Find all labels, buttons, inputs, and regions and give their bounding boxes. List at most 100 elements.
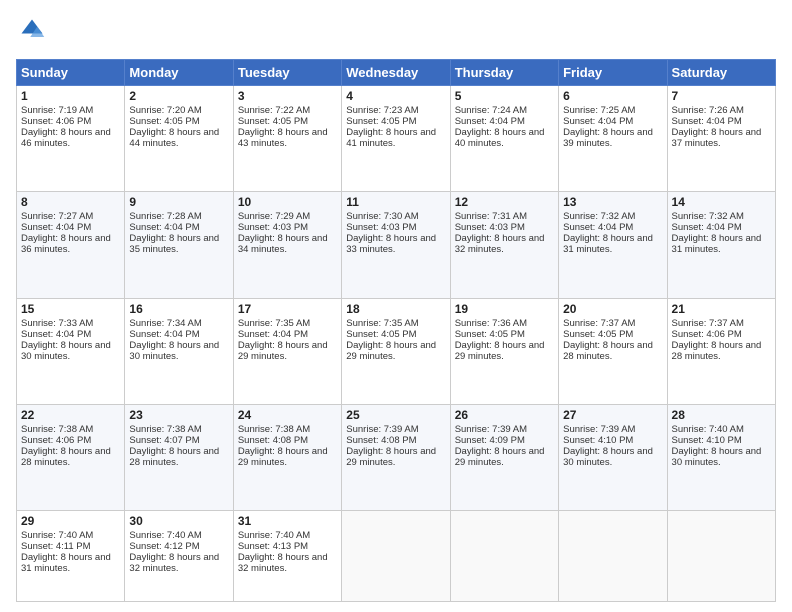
daylight-label: Daylight: 8 hours and 36 minutes.	[21, 233, 111, 255]
daylight-label: Daylight: 8 hours and 29 minutes.	[238, 340, 328, 362]
sunrise-label: Sunrise: 7:32 AM	[672, 211, 744, 222]
weekday-header-sunday: Sunday	[17, 60, 125, 86]
day-number: 16	[129, 302, 228, 316]
calendar-cell	[667, 511, 775, 602]
day-number: 22	[21, 408, 120, 422]
calendar-cell	[559, 511, 667, 602]
calendar-cell: 14 Sunrise: 7:32 AM Sunset: 4:04 PM Dayl…	[667, 192, 775, 298]
daylight-label: Daylight: 8 hours and 44 minutes.	[129, 127, 219, 149]
calendar-week-5: 29 Sunrise: 7:40 AM Sunset: 4:11 PM Dayl…	[17, 511, 776, 602]
sunset-label: Sunset: 4:03 PM	[455, 222, 525, 233]
day-number: 20	[563, 302, 662, 316]
calendar-cell: 8 Sunrise: 7:27 AM Sunset: 4:04 PM Dayli…	[17, 192, 125, 298]
day-number: 29	[21, 514, 120, 528]
day-number: 7	[672, 89, 771, 103]
daylight-label: Daylight: 8 hours and 31 minutes.	[563, 233, 653, 255]
day-number: 2	[129, 89, 228, 103]
day-number: 3	[238, 89, 337, 103]
calendar-cell: 1 Sunrise: 7:19 AM Sunset: 4:06 PM Dayli…	[17, 86, 125, 192]
sunset-label: Sunset: 4:03 PM	[346, 222, 416, 233]
weekday-header-thursday: Thursday	[450, 60, 558, 86]
calendar-cell	[450, 511, 558, 602]
daylight-label: Daylight: 8 hours and 40 minutes.	[455, 127, 545, 149]
day-number: 23	[129, 408, 228, 422]
sunrise-label: Sunrise: 7:27 AM	[21, 211, 93, 222]
day-number: 30	[129, 514, 228, 528]
calendar-cell: 17 Sunrise: 7:35 AM Sunset: 4:04 PM Dayl…	[233, 298, 341, 404]
sunrise-label: Sunrise: 7:37 AM	[672, 318, 744, 329]
sunset-label: Sunset: 4:10 PM	[672, 435, 742, 446]
calendar-cell: 4 Sunrise: 7:23 AM Sunset: 4:05 PM Dayli…	[342, 86, 450, 192]
sunset-label: Sunset: 4:05 PM	[563, 329, 633, 340]
sunset-label: Sunset: 4:04 PM	[21, 329, 91, 340]
sunrise-label: Sunrise: 7:37 AM	[563, 318, 635, 329]
day-number: 31	[238, 514, 337, 528]
day-number: 6	[563, 89, 662, 103]
daylight-label: Daylight: 8 hours and 33 minutes.	[346, 233, 436, 255]
sunrise-label: Sunrise: 7:38 AM	[129, 424, 201, 435]
day-number: 12	[455, 195, 554, 209]
sunrise-label: Sunrise: 7:19 AM	[21, 105, 93, 116]
sunset-label: Sunset: 4:09 PM	[455, 435, 525, 446]
daylight-label: Daylight: 8 hours and 39 minutes.	[563, 127, 653, 149]
calendar-cell: 26 Sunrise: 7:39 AM Sunset: 4:09 PM Dayl…	[450, 404, 558, 510]
day-number: 13	[563, 195, 662, 209]
daylight-label: Daylight: 8 hours and 29 minutes.	[455, 446, 545, 468]
sunset-label: Sunset: 4:05 PM	[238, 116, 308, 127]
calendar-week-4: 22 Sunrise: 7:38 AM Sunset: 4:06 PM Dayl…	[17, 404, 776, 510]
sunrise-label: Sunrise: 7:34 AM	[129, 318, 201, 329]
sunset-label: Sunset: 4:10 PM	[563, 435, 633, 446]
daylight-label: Daylight: 8 hours and 35 minutes.	[129, 233, 219, 255]
sunset-label: Sunset: 4:05 PM	[455, 329, 525, 340]
daylight-label: Daylight: 8 hours and 34 minutes.	[238, 233, 328, 255]
daylight-label: Daylight: 8 hours and 31 minutes.	[21, 552, 111, 574]
calendar-cell: 19 Sunrise: 7:36 AM Sunset: 4:05 PM Dayl…	[450, 298, 558, 404]
sunrise-label: Sunrise: 7:28 AM	[129, 211, 201, 222]
day-number: 18	[346, 302, 445, 316]
sunrise-label: Sunrise: 7:25 AM	[563, 105, 635, 116]
day-number: 28	[672, 408, 771, 422]
sunset-label: Sunset: 4:04 PM	[21, 222, 91, 233]
daylight-label: Daylight: 8 hours and 31 minutes.	[672, 233, 762, 255]
daylight-label: Daylight: 8 hours and 28 minutes.	[129, 446, 219, 468]
daylight-label: Daylight: 8 hours and 41 minutes.	[346, 127, 436, 149]
sunset-label: Sunset: 4:11 PM	[21, 541, 91, 552]
calendar-cell: 6 Sunrise: 7:25 AM Sunset: 4:04 PM Dayli…	[559, 86, 667, 192]
sunrise-label: Sunrise: 7:32 AM	[563, 211, 635, 222]
day-number: 10	[238, 195, 337, 209]
daylight-label: Daylight: 8 hours and 29 minutes.	[346, 446, 436, 468]
calendar-cell: 2 Sunrise: 7:20 AM Sunset: 4:05 PM Dayli…	[125, 86, 233, 192]
sunrise-label: Sunrise: 7:26 AM	[672, 105, 744, 116]
header	[16, 16, 776, 49]
sunrise-label: Sunrise: 7:38 AM	[21, 424, 93, 435]
sunset-label: Sunset: 4:03 PM	[238, 222, 308, 233]
calendar-cell: 30 Sunrise: 7:40 AM Sunset: 4:12 PM Dayl…	[125, 511, 233, 602]
calendar-cell: 24 Sunrise: 7:38 AM Sunset: 4:08 PM Dayl…	[233, 404, 341, 510]
calendar-week-2: 8 Sunrise: 7:27 AM Sunset: 4:04 PM Dayli…	[17, 192, 776, 298]
sunset-label: Sunset: 4:06 PM	[21, 435, 91, 446]
sunrise-label: Sunrise: 7:40 AM	[129, 530, 201, 541]
sunset-label: Sunset: 4:04 PM	[672, 116, 742, 127]
logo-icon	[18, 16, 46, 44]
weekday-header-row: SundayMondayTuesdayWednesdayThursdayFrid…	[17, 60, 776, 86]
sunset-label: Sunset: 4:04 PM	[129, 222, 199, 233]
daylight-label: Daylight: 8 hours and 43 minutes.	[238, 127, 328, 149]
sunrise-label: Sunrise: 7:38 AM	[238, 424, 310, 435]
calendar-cell: 3 Sunrise: 7:22 AM Sunset: 4:05 PM Dayli…	[233, 86, 341, 192]
sunset-label: Sunset: 4:04 PM	[563, 116, 633, 127]
calendar-cell: 15 Sunrise: 7:33 AM Sunset: 4:04 PM Dayl…	[17, 298, 125, 404]
calendar-cell: 31 Sunrise: 7:40 AM Sunset: 4:13 PM Dayl…	[233, 511, 341, 602]
calendar-cell: 7 Sunrise: 7:26 AM Sunset: 4:04 PM Dayli…	[667, 86, 775, 192]
sunset-label: Sunset: 4:05 PM	[129, 116, 199, 127]
sunset-label: Sunset: 4:08 PM	[238, 435, 308, 446]
day-number: 4	[346, 89, 445, 103]
sunset-label: Sunset: 4:04 PM	[563, 222, 633, 233]
sunset-label: Sunset: 4:06 PM	[21, 116, 91, 127]
daylight-label: Daylight: 8 hours and 29 minutes.	[346, 340, 436, 362]
sunrise-label: Sunrise: 7:39 AM	[563, 424, 635, 435]
logo	[16, 16, 50, 49]
calendar-week-3: 15 Sunrise: 7:33 AM Sunset: 4:04 PM Dayl…	[17, 298, 776, 404]
weekday-header-saturday: Saturday	[667, 60, 775, 86]
calendar-cell: 9 Sunrise: 7:28 AM Sunset: 4:04 PM Dayli…	[125, 192, 233, 298]
sunrise-label: Sunrise: 7:30 AM	[346, 211, 418, 222]
